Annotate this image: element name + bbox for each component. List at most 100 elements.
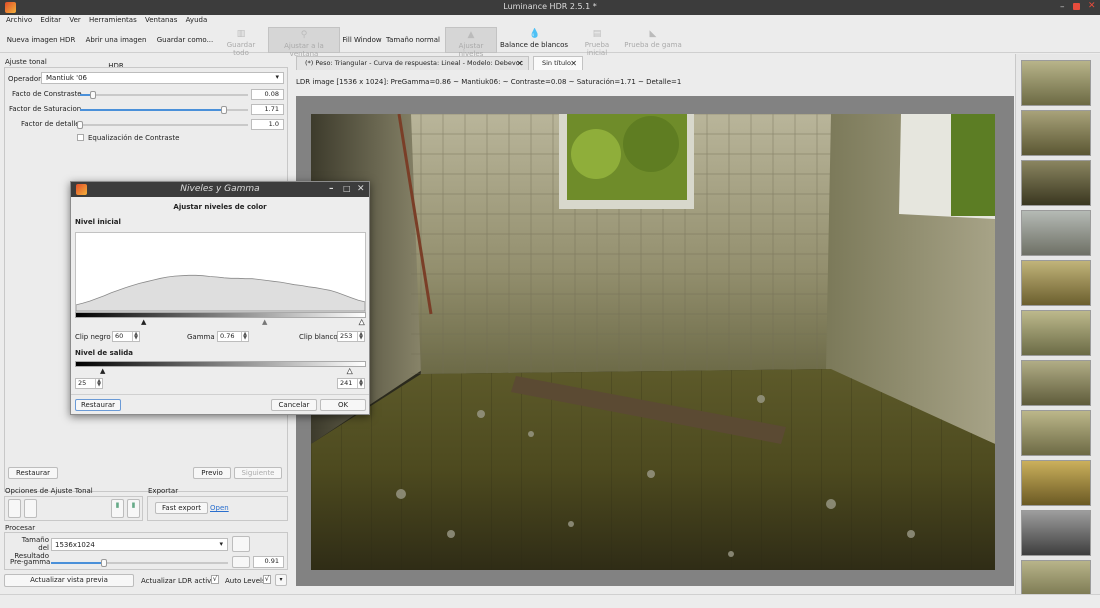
- operator-select[interactable]: Mantiuk '06 ▾: [41, 72, 284, 84]
- maximize-icon[interactable]: [1073, 3, 1080, 10]
- load-settings-button[interactable]: [8, 499, 21, 518]
- contrast-eq-checkbox[interactable]: [77, 134, 84, 141]
- contrast-slider[interactable]: [80, 91, 248, 99]
- cancel-button[interactable]: Cancelar: [271, 399, 317, 411]
- gamma-spinbox[interactable]: 0.76 ▲ ▼: [217, 331, 249, 342]
- save-as-button[interactable]: Guardar como...: [156, 27, 214, 53]
- menu-archivo[interactable]: Archivo: [6, 16, 32, 24]
- update-ldr-checkbox[interactable]: √: [211, 575, 219, 584]
- dialog-titlebar: Niveles y Gamma – □ ✕: [71, 182, 369, 197]
- histogram-chart: [75, 274, 366, 312]
- close-icon[interactable]: ✕: [357, 184, 365, 194]
- minimize-icon[interactable]: –: [1060, 2, 1065, 12]
- droplet-icon: 💧: [529, 29, 541, 39]
- thumbnail[interactable]: [1021, 260, 1091, 306]
- status-bar: [0, 594, 1100, 608]
- result-size-extra-button[interactable]: [232, 536, 250, 552]
- contrast-value-field[interactable]: 0.08: [251, 89, 284, 100]
- auto-levels-checkbox[interactable]: √: [263, 575, 271, 584]
- thumbnail-strip: [1015, 54, 1100, 606]
- histogram: [75, 232, 366, 312]
- menu-ventanas[interactable]: Ventanas: [145, 16, 177, 24]
- load-file-icon[interactable]: ▮: [111, 499, 124, 518]
- contrast-slider-handle[interactable]: [90, 91, 97, 99]
- menu-editar[interactable]: Editar: [40, 16, 61, 24]
- white-point-handle[interactable]: ▲: [359, 318, 365, 327]
- detail-value-field[interactable]: 1.0: [251, 119, 284, 130]
- next-button[interactable]: Siguiente: [234, 467, 282, 479]
- menu-ver[interactable]: Ver: [69, 16, 80, 24]
- output-black-handle[interactable]: ▲: [100, 367, 105, 375]
- thumbnail[interactable]: [1021, 410, 1091, 456]
- input-gradient-bar: [75, 312, 366, 318]
- close-icon[interactable]: ✕: [1088, 1, 1096, 11]
- spin-arrows-icon[interactable]: ▲ ▼: [95, 379, 102, 388]
- save-all-icon: ▥: [236, 29, 246, 39]
- fast-export-button[interactable]: Fast export: [155, 502, 208, 514]
- gamut-check-button[interactable]: ◣ Prueba de gama: [624, 27, 682, 53]
- clip-black-spinbox[interactable]: 60 ▲ ▼: [112, 331, 140, 342]
- thumbnail[interactable]: [1021, 310, 1091, 356]
- output-white-spinbox[interactable]: 241 ▲ ▼: [337, 378, 365, 389]
- spin-arrows-icon[interactable]: ▲ ▼: [132, 332, 139, 341]
- menu-herramientas[interactable]: Herramientas: [89, 16, 137, 24]
- maximize-icon[interactable]: □: [343, 184, 351, 193]
- save-file-icon[interactable]: ▮: [127, 499, 140, 518]
- save-settings-button[interactable]: [24, 499, 37, 518]
- previous-button[interactable]: Previo: [193, 467, 231, 479]
- minimize-icon[interactable]: –: [329, 184, 334, 194]
- thumbnail[interactable]: [1021, 210, 1091, 256]
- pregamma-slider[interactable]: [51, 559, 228, 567]
- pregamma-slider-handle[interactable]: [101, 559, 108, 567]
- pregamma-reset-button[interactable]: [232, 556, 250, 568]
- levels-gamma-dialog: Niveles y Gamma – □ ✕ Ajustar niveles de…: [70, 181, 370, 415]
- thumbnail[interactable]: [1021, 60, 1091, 106]
- update-preview-button[interactable]: Actualizar vista previa: [4, 574, 134, 587]
- detail-slider-handle[interactable]: [77, 121, 83, 129]
- fill-window-button[interactable]: Fill Window: [342, 27, 382, 53]
- thumbnail[interactable]: [1021, 510, 1091, 556]
- close-tab-icon[interactable]: ✕: [516, 57, 523, 70]
- thumbnail[interactable]: [1021, 360, 1091, 406]
- detail-slider[interactable]: [77, 121, 248, 129]
- spin-arrows-icon[interactable]: ▲ ▼: [357, 332, 364, 341]
- spin-arrows-icon[interactable]: ▲ ▼: [357, 379, 364, 388]
- gamma-handle[interactable]: ▲: [262, 318, 267, 326]
- clip-white-label: Clip blanco: [299, 333, 338, 341]
- auto-levels-dropdown-icon[interactable]: ▾: [275, 574, 287, 586]
- normal-size-button[interactable]: Tamaño normal: [385, 27, 441, 53]
- saturation-value-field[interactable]: 1.71: [251, 104, 284, 115]
- open-link[interactable]: Open: [210, 504, 229, 512]
- tab-hdr[interactable]: (*) Peso: Triangular - Curva de respuest…: [296, 56, 529, 70]
- restore-button[interactable]: Restaurar: [75, 399, 121, 411]
- fit-window-button[interactable]: ⚲ Ajustar a la ventana: [268, 27, 340, 58]
- saturation-slider-handle[interactable]: [220, 106, 227, 114]
- open-hdr-button[interactable]: Abrir una imagen HDR: [78, 27, 154, 70]
- adjust-levels-button[interactable]: ▲ Ajustar niveles: [445, 27, 497, 58]
- thumbnail[interactable]: [1021, 160, 1091, 206]
- clip-black-label: Clip negro: [75, 333, 111, 341]
- white-balance-button[interactable]: 💧 Balance de blancos: [500, 27, 568, 53]
- ldr-preview-image[interactable]: [311, 114, 995, 570]
- close-tab-icon[interactable]: ✕: [570, 57, 577, 70]
- saturation-slider[interactable]: [80, 106, 248, 114]
- levels-icon: ▲: [467, 30, 475, 40]
- ok-button[interactable]: OK: [320, 399, 366, 411]
- new-hdr-button[interactable]: Nueva imagen HDR: [6, 27, 76, 53]
- soft-proof-button[interactable]: ▤ Prueba inicial: [574, 27, 620, 57]
- black-point-handle[interactable]: ▲: [141, 318, 146, 326]
- menu-ayuda[interactable]: Ayuda: [186, 16, 208, 24]
- save-all-button[interactable]: ▥ Guardar todo: [218, 27, 264, 57]
- thumbnail[interactable]: [1021, 460, 1091, 506]
- output-black-spinbox[interactable]: 25 ▲ ▼: [75, 378, 103, 389]
- reset-button[interactable]: Restaurar: [8, 467, 58, 479]
- tab-untitled[interactable]: Sin título ✕: [533, 56, 583, 70]
- zoom-icon: ⚲: [300, 30, 308, 40]
- process-header: Procesar: [5, 524, 36, 532]
- spin-arrows-icon[interactable]: ▲ ▼: [241, 332, 248, 341]
- clip-white-spinbox[interactable]: 253 ▲ ▼: [337, 331, 365, 342]
- output-white-handle[interactable]: ▲: [347, 367, 353, 376]
- result-size-select[interactable]: 1536x1024 ▾: [51, 538, 228, 551]
- thumbnail[interactable]: [1021, 110, 1091, 156]
- pregamma-value-field[interactable]: 0.91: [253, 556, 284, 568]
